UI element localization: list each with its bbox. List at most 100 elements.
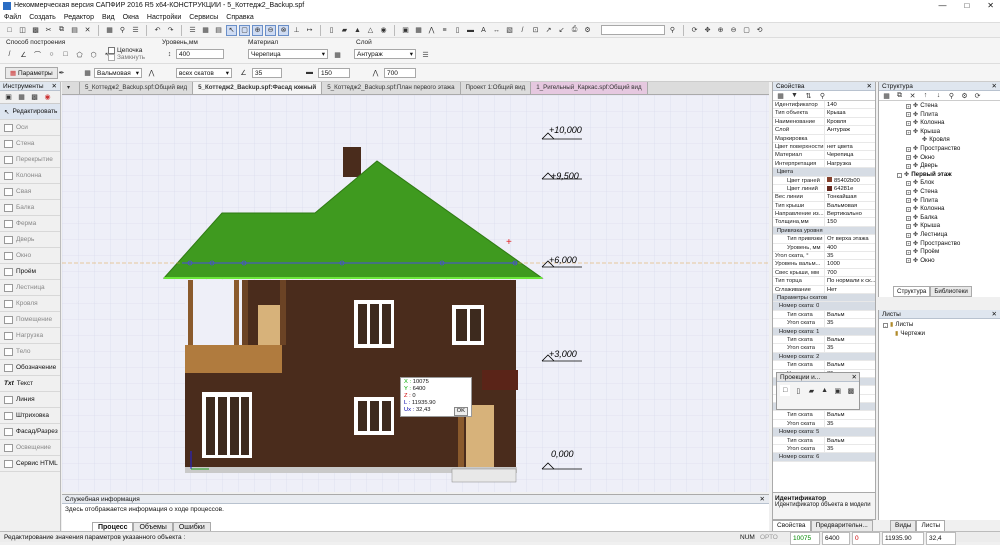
projection-bottom-icon[interactable]: ▩ xyxy=(846,385,856,396)
menu-settings[interactable]: Настройки xyxy=(143,12,185,23)
expand-icon[interactable]: + xyxy=(906,155,911,161)
property-row[interactable]: Тип скатаВальм xyxy=(773,335,875,345)
tool-slab[interactable]: Перекрытие xyxy=(0,152,60,168)
delete-icon[interactable]: ✕ xyxy=(82,25,93,36)
minimize-icon[interactable]: — xyxy=(938,0,946,12)
tool-room[interactable]: Помещение xyxy=(0,312,60,328)
props-search-icon[interactable]: ⚲ xyxy=(817,90,828,101)
tool-beam[interactable]: Балка xyxy=(0,200,60,216)
sheets-drawings[interactable]: ▮ Чертежи xyxy=(883,330,996,339)
tab-properties[interactable]: Свойства xyxy=(772,519,811,532)
property-value[interactable]: Крыша xyxy=(825,109,875,116)
structure-item[interactable]: + ✤ Плита xyxy=(879,197,1000,206)
tool-stairs[interactable]: Лестница xyxy=(0,280,60,296)
zoom-icon[interactable]: ⚲ xyxy=(117,25,128,36)
property-value[interactable]: 1000 xyxy=(825,260,875,267)
menu-help[interactable]: Справка xyxy=(222,12,257,23)
sheets-root[interactable]: - ▮ Листы xyxy=(883,321,996,330)
structure-item[interactable]: + ✤ Стена xyxy=(879,102,1000,111)
struct-new-icon[interactable]: ▦ xyxy=(881,90,892,101)
circle-method-icon[interactable]: ○ xyxy=(46,49,57,60)
property-row[interactable]: Уровень вальм... 1000 xyxy=(773,260,875,269)
properties-icon[interactable]: ▤ xyxy=(213,25,224,36)
expand-icon[interactable]: + xyxy=(906,206,911,212)
pan-icon[interactable]: ✥ xyxy=(702,25,713,36)
zoom-in-icon[interactable]: ⊕ xyxy=(715,25,726,36)
tool-facade[interactable]: Фасад/Разрез xyxy=(0,424,60,440)
table-icon[interactable]: ▦ xyxy=(200,25,211,36)
pipette-icon[interactable]: ✒ xyxy=(56,67,67,78)
expand-icon[interactable]: + xyxy=(906,198,911,204)
maximize-icon[interactable]: □ xyxy=(964,0,969,12)
property-group[interactable]: Номер ската: 1 xyxy=(773,327,875,336)
property-row[interactable]: Тип скатаВальм xyxy=(773,310,875,320)
expand-icon[interactable]: + xyxy=(906,181,911,187)
structure-item[interactable]: + ✤ Плита xyxy=(879,111,1000,120)
print-icon[interactable]: ⎙ xyxy=(569,25,580,36)
expand-icon[interactable]: + xyxy=(906,241,911,247)
contour-method-icon[interactable]: ⬡ xyxy=(88,49,99,60)
property-value[interactable]: Тонкайшая xyxy=(825,193,875,200)
overhang-input[interactable]: 700 xyxy=(384,68,416,78)
property-row[interactable]: Уровень, мм 400 xyxy=(773,243,875,253)
property-row[interactable]: Тип крыши Вальмовая xyxy=(773,201,875,211)
property-row[interactable]: Тип привязки От верха этажа xyxy=(773,235,875,244)
property-value[interactable]: 85402b00 xyxy=(825,177,875,184)
projection-iso-icon[interactable]: ▲ xyxy=(820,385,830,396)
structure-item[interactable]: + ✤ Стена xyxy=(879,188,1000,197)
paste-icon[interactable]: ▤ xyxy=(69,25,80,36)
mode-view-icon[interactable]: ◉ xyxy=(42,92,53,103)
cut-icon[interactable]: ✂ xyxy=(43,25,54,36)
snap-icon[interactable]: ⊕ xyxy=(252,24,263,36)
status-ortho[interactable]: ОРТО xyxy=(760,532,778,543)
slab-tool-icon[interactable]: ▬ xyxy=(465,25,476,36)
zoom-out-icon[interactable]: ⊖ xyxy=(728,25,739,36)
structure-item[interactable]: + ✤ Лестница xyxy=(879,231,1000,240)
property-row[interactable]: Идентификатор 140 xyxy=(773,101,875,110)
expand-icon[interactable]: + xyxy=(906,232,911,238)
property-value[interactable]: Вальмовая xyxy=(825,202,875,209)
expand-icon[interactable]: - xyxy=(897,172,902,178)
property-row[interactable]: Наименование Кровля xyxy=(773,117,875,127)
property-group[interactable]: Номер ската: 2 xyxy=(773,352,875,362)
thickness-input[interactable]: 150 xyxy=(318,68,350,78)
layers-manager-icon[interactable]: ☰ xyxy=(420,49,431,60)
tool-hatch[interactable]: Штриховка xyxy=(0,408,60,424)
tool-load[interactable]: Нагрузка xyxy=(0,328,60,344)
rect-method-icon[interactable]: □ xyxy=(60,49,71,60)
settings-icon[interactable]: ⚙ xyxy=(582,25,593,36)
tool-door[interactable]: Дверь xyxy=(0,232,60,248)
property-group[interactable]: Номер ската: 0 xyxy=(773,302,875,311)
projection-back-icon[interactable]: ▣ xyxy=(833,385,843,396)
property-value[interactable]: Вальм xyxy=(825,437,875,444)
property-row[interactable]: Слой Антураж xyxy=(773,126,875,135)
close-icon[interactable]: ✕ xyxy=(987,0,994,12)
expand-icon[interactable]: + xyxy=(906,258,911,264)
tool-pile[interactable]: Свая xyxy=(0,184,60,200)
tool-truss[interactable]: Ферма xyxy=(0,216,60,232)
property-row[interactable]: Вес линии Тонкайшая xyxy=(773,193,875,202)
property-row[interactable]: Цвет граней 85402b00 xyxy=(773,176,875,185)
expand-icon[interactable]: + xyxy=(906,215,911,221)
property-value[interactable]: 35 xyxy=(825,445,875,452)
tool-axes[interactable]: Оси xyxy=(0,120,60,136)
structure-item[interactable]: + ✤ Пространство xyxy=(879,240,1000,249)
structure-item[interactable]: + ✤ Балка xyxy=(879,214,1000,223)
structure-item[interactable]: + ✤ Окно xyxy=(879,154,1000,163)
doc-tab[interactable]: Проект 1:Общий вид xyxy=(461,82,532,94)
window-tool-icon[interactable]: ▦ xyxy=(413,25,424,36)
material-library-icon[interactable]: ▦ xyxy=(332,49,343,60)
mode-3d-icon[interactable]: ▦ xyxy=(16,92,27,103)
wall-tool-icon[interactable]: ▣ xyxy=(400,25,411,36)
structure-item[interactable]: + ✤ Окно xyxy=(879,257,1000,266)
structure-item[interactable]: +✤Кровля xyxy=(879,136,1000,145)
ortho-icon[interactable]: ⊥ xyxy=(291,25,302,36)
property-value[interactable]: От верха этажа xyxy=(825,235,875,242)
doc-tab-active[interactable]: 5_Коттедж2_Backup.spf:Фасад южный xyxy=(193,82,323,94)
structure-item[interactable]: + ✤ Крыша xyxy=(879,222,1000,231)
redo-icon[interactable]: ↷ xyxy=(165,25,176,36)
property-value[interactable]: 35 xyxy=(825,319,875,326)
property-value[interactable] xyxy=(825,135,875,142)
view-persp-icon[interactable]: △ xyxy=(365,25,376,36)
structure-item[interactable]: - ✤ Первый этаж xyxy=(879,171,1000,180)
